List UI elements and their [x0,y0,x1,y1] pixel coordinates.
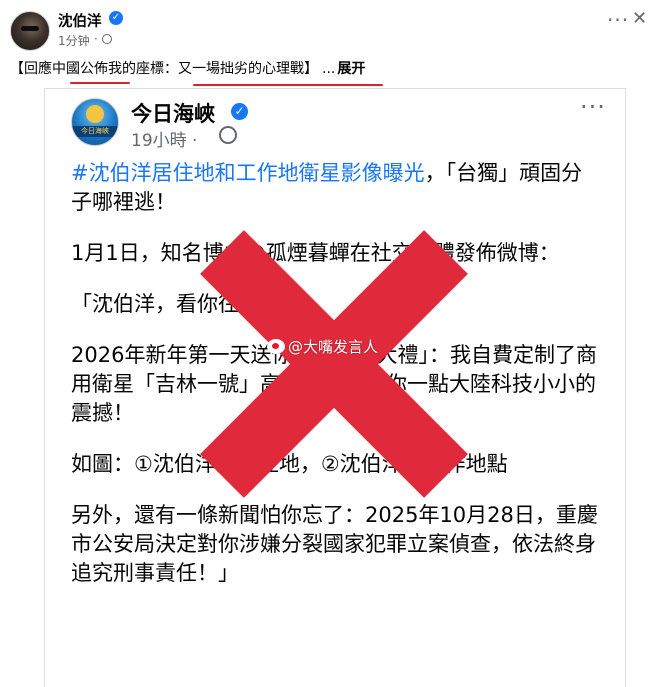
verified-badge-icon: ✓ [231,103,248,120]
post-timestamp[interactable]: 1分钟 [58,32,90,49]
annotation-underline [193,84,383,86]
author-name[interactable]: 沈伯洋 [58,10,102,31]
globe-icon [219,126,237,144]
more-options-icon[interactable]: ··· [580,93,606,121]
more-options-icon[interactable]: ··· [607,8,629,32]
channel-logo-text: 今日海峽 [72,126,118,137]
shared-post-timestamp[interactable]: 19小時 · [131,126,197,151]
watermark-text: @大嘴发言人 [288,338,379,356]
shared-post-image[interactable]: 今日海峽 今日海峽 ✓ 19小時 · ··· #沈伯洋居住地和工作地衛星影像曝光… [44,88,626,687]
watermark: @大嘴发言人 [267,336,378,357]
hashtag-link[interactable]: #沈伯洋居住地和工作地衛星影像曝光 [71,161,425,185]
globe-icon [102,34,112,44]
expand-button[interactable]: 展开 [337,61,365,77]
close-icon[interactable]: ✕ [632,8,647,29]
post-caption: 【回應中國公佈我的座標：又一場拙劣的心理戰】... 展开 [10,58,365,78]
red-x-overlay [200,230,468,498]
author-avatar[interactable] [10,11,50,51]
paragraph: 另外，還有一條新聞怕你忘了：2025年10月28日，重慶市公安局決定對你涉嫌分裂… [71,503,598,585]
caption-ellipsis: ... [322,61,336,77]
meta-separator: · [94,32,98,46]
paragraph: #沈伯洋居住地和工作地衛星影像曝光，「台獨」頑固分子哪裡逃！ [71,159,601,217]
caption-text: 【回應中國公佈我的座標：又一場拙劣的心理戰】 [10,61,318,77]
annotation-underline [70,82,130,84]
weibo-logo-icon [267,339,285,354]
channel-logo[interactable]: 今日海峽 [71,98,119,146]
channel-name[interactable]: 今日海峽 [131,98,215,128]
verified-badge-icon: ✓ [109,11,123,25]
